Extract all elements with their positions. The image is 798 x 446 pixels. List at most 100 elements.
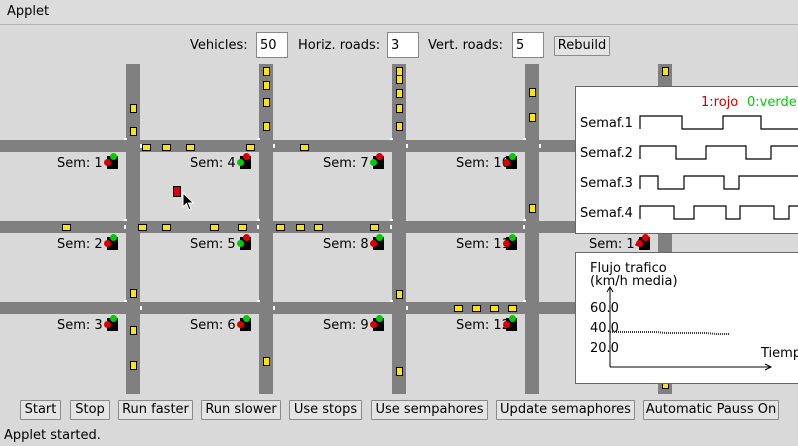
stop-button[interactable]: Stop <box>70 400 110 420</box>
semaphore-label: Sem: 5 <box>190 237 236 252</box>
status-text: Applet started. <box>4 428 101 443</box>
semaphore-label: Sem: 1 <box>57 156 103 171</box>
traffic-light-icon <box>503 234 517 250</box>
traffic-light-icon <box>104 153 118 169</box>
vehicle <box>263 122 270 131</box>
vehicle <box>370 224 379 231</box>
rebuild-button[interactable]: Rebuild <box>554 36 610 56</box>
vehicle <box>396 367 403 376</box>
run-slower-button[interactable]: Run slower <box>201 400 281 420</box>
semaphore-label: Sem: 12 <box>456 318 510 333</box>
signal-row-label: Semaf.1 <box>580 116 633 131</box>
horiz-roads-label: Horiz. roads: <box>298 38 381 53</box>
vehicle <box>529 113 536 122</box>
use-semaphores-button[interactable]: Use sempahores <box>371 400 488 420</box>
vehicle <box>186 144 195 151</box>
crosswalk <box>406 306 408 310</box>
vehicle <box>162 224 171 231</box>
crosswalk <box>273 306 275 310</box>
vehicle <box>210 224 219 231</box>
crosswalk <box>124 300 127 302</box>
signal-row-label: Semaf.4 <box>580 206 633 221</box>
vehicle <box>396 290 403 299</box>
control-bar: Vehicles: Horiz. roads: Vert. roads: Reb… <box>0 30 798 62</box>
menu-applet[interactable]: Applet <box>7 4 49 19</box>
semaphore-label: Sem: 6 <box>190 318 236 333</box>
vehicle <box>142 144 151 151</box>
vehicle <box>263 98 270 107</box>
vehicle <box>396 122 403 131</box>
menu-bar: Applet <box>0 0 798 25</box>
horiz-roads-input[interactable] <box>387 32 419 58</box>
vert-roads-label: Vert. roads: <box>428 38 503 53</box>
vehicle <box>396 104 403 113</box>
crosswalk <box>390 300 393 302</box>
vehicle <box>490 305 499 312</box>
vehicle <box>454 305 463 312</box>
traffic-light-icon <box>636 234 650 250</box>
semaphore-label: Sem: 4 <box>190 156 236 171</box>
traffic-flow-panel: Flujo trafico (km/h media) 60.0 40.0 20.… <box>575 252 798 384</box>
vehicle <box>508 305 517 312</box>
vehicle <box>246 144 255 151</box>
crosswalk <box>390 219 393 221</box>
semaphore-label: Sem: 10 <box>456 156 510 171</box>
semaphore-label: Sem: 11 <box>456 237 510 252</box>
traffic-light-icon <box>370 153 384 169</box>
vehicle <box>130 104 137 113</box>
traffic-light-icon <box>104 234 118 250</box>
crosswalk <box>539 144 541 148</box>
vehicle <box>138 224 147 231</box>
vehicle <box>396 89 403 98</box>
flow-plot <box>606 286 773 371</box>
crosswalk <box>257 225 259 229</box>
automatic-pause-button[interactable]: Automatic Pauss On <box>643 400 779 420</box>
vehicles-label: Vehicles: <box>190 38 248 53</box>
vehicle <box>314 224 323 231</box>
vehicle <box>300 144 309 151</box>
traffic-light-icon <box>104 315 118 331</box>
crosswalk <box>523 138 526 140</box>
update-semaphores-button[interactable]: Update semaphores <box>496 400 635 420</box>
vehicle <box>238 224 247 231</box>
vehicles-input[interactable] <box>256 32 288 58</box>
vehicle <box>529 204 536 213</box>
semaphore-label: Sem: 7 <box>323 156 369 171</box>
vehicle <box>130 127 137 136</box>
crosswalk <box>390 225 392 229</box>
legend-green: 0:verde <box>747 95 797 110</box>
vehicle <box>472 305 481 312</box>
selected-vehicle[interactable] <box>173 186 181 197</box>
crosswalk <box>523 219 526 221</box>
vehicle <box>130 289 137 298</box>
vehicle <box>263 67 270 76</box>
vehicle <box>529 88 536 97</box>
use-stops-button[interactable]: Use stops <box>289 400 362 420</box>
vehicle <box>263 357 270 366</box>
vehicle <box>296 224 305 231</box>
vehicle <box>662 67 669 76</box>
vert-roads-input[interactable] <box>512 32 544 58</box>
semaphore-label: Sem: 8 <box>323 237 369 252</box>
vehicle <box>396 75 403 84</box>
crosswalk <box>257 300 260 302</box>
semaphore-label: Sem: 14 <box>589 237 643 252</box>
vehicle <box>162 144 171 151</box>
traffic-light-icon <box>503 153 517 169</box>
signal-row-label: Semaf.2 <box>580 146 633 161</box>
crosswalk <box>523 225 525 229</box>
traffic-simulation-canvas[interactable]: Sem: 1 Sem: 2 Sem: 3 Sem: 4 Sem: 5 Sem: … <box>0 64 798 394</box>
button-bar: Start Stop Run faster Run slower Use sto… <box>0 398 798 422</box>
mouse-pointer-icon <box>182 192 195 211</box>
semaphore-label: Sem: 9 <box>323 318 369 333</box>
start-button[interactable]: Start <box>20 400 61 420</box>
semaphore-label: Sem: 2 <box>57 237 103 252</box>
run-faster-button[interactable]: Run faster <box>118 400 193 420</box>
signal-row-label: Semaf.3 <box>580 176 633 191</box>
signal-waveforms <box>639 115 798 220</box>
crosswalk <box>390 138 393 140</box>
signal-timing-panel: 1:rojo 0:verde Semaf.1 Semaf.2 Semaf.3 S… <box>575 86 798 234</box>
traffic-light-icon <box>370 315 384 331</box>
crosswalk <box>140 306 142 310</box>
traffic-light-icon <box>503 315 517 331</box>
